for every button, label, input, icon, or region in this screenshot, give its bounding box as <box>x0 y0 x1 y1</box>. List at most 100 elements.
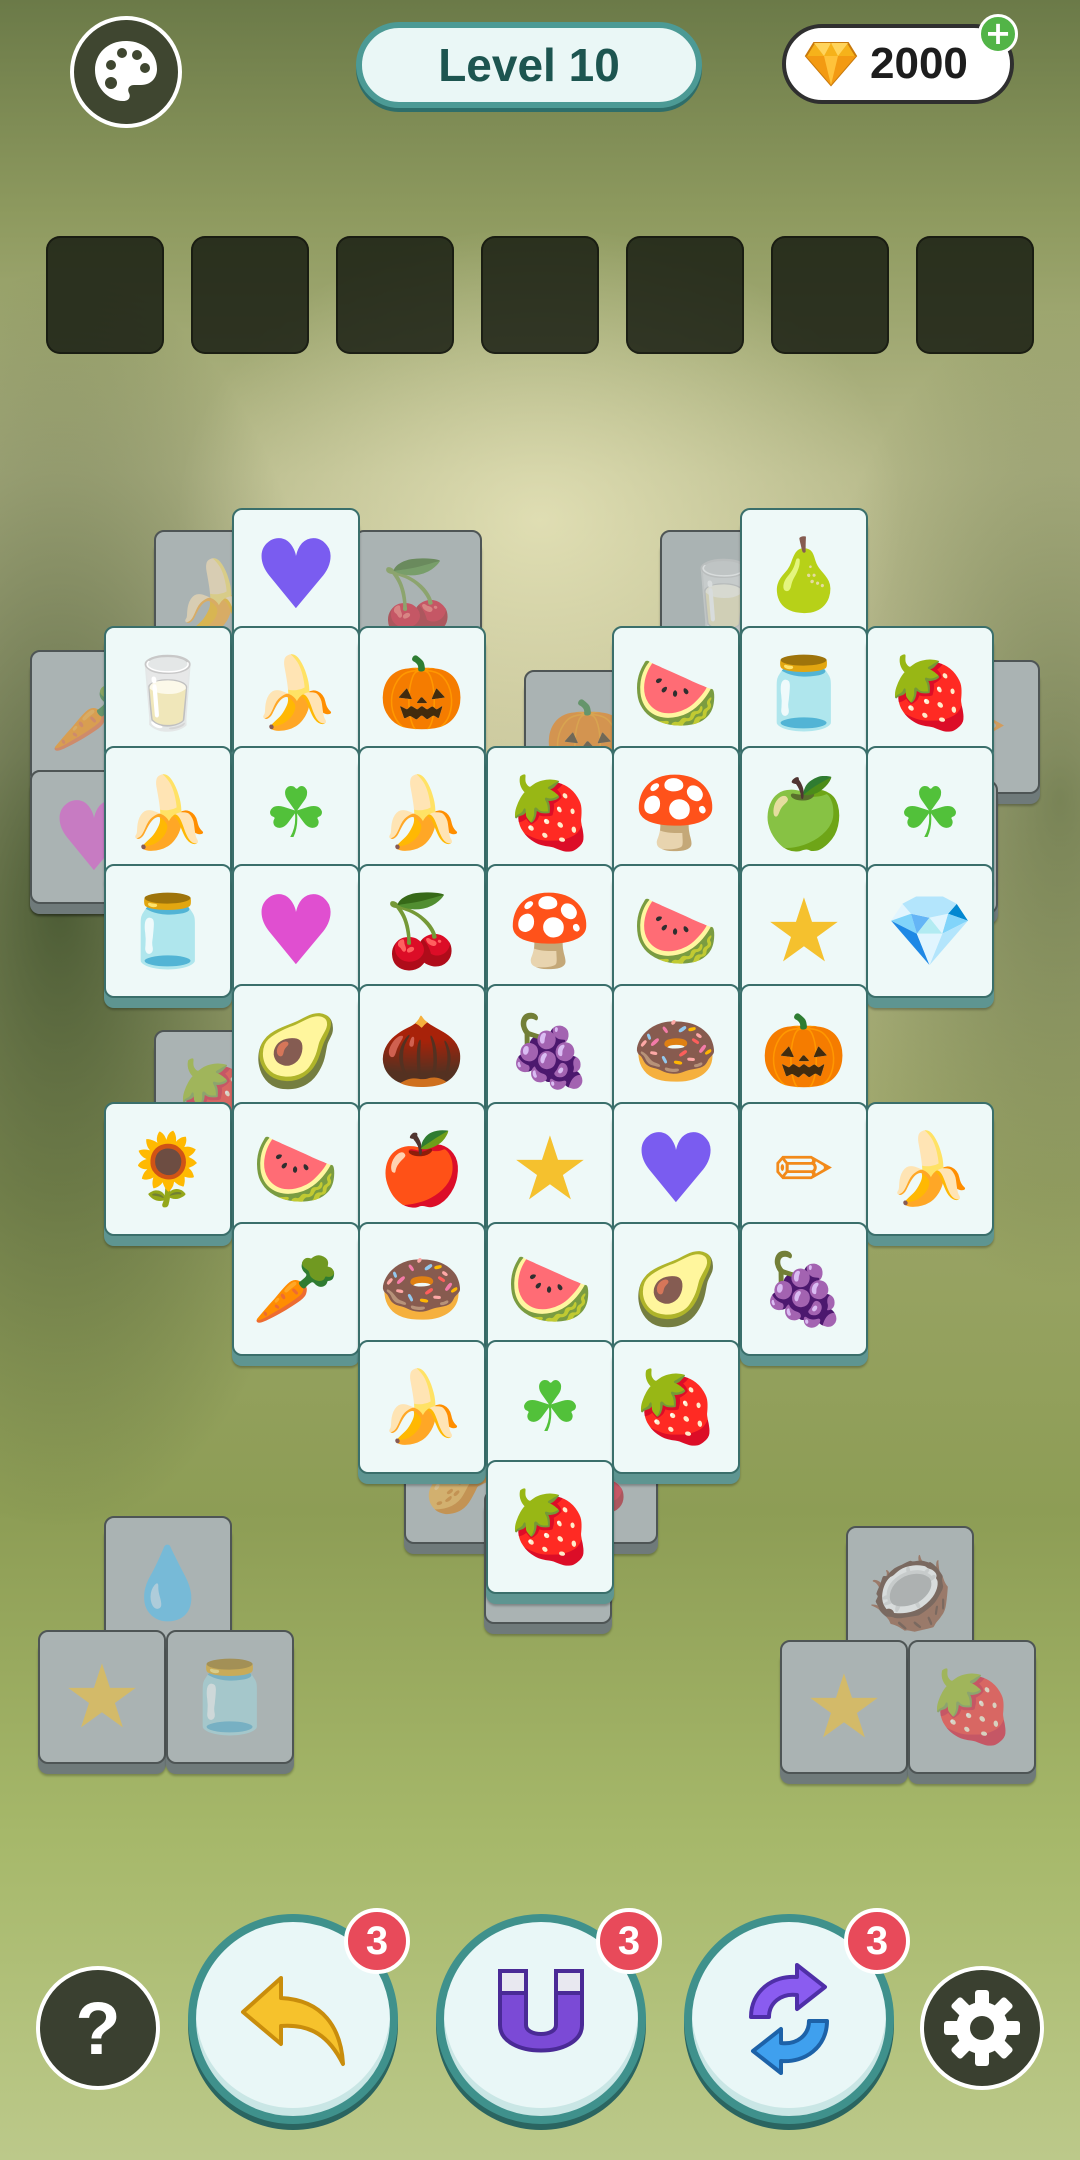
tile-avocado[interactable]: 🥑 <box>232 984 360 1118</box>
gear-icon <box>944 1990 1020 2066</box>
tile-green-apple[interactable]: 🍏 <box>740 746 868 880</box>
tray-slot <box>191 236 309 354</box>
pumpkin-icon: 🎃 <box>378 652 466 734</box>
tile-star[interactable]: ★ <box>486 1102 614 1236</box>
watermelon-icon: 🍉 <box>632 890 720 972</box>
tile-carrot[interactable]: 🥕 <box>232 1222 360 1356</box>
clover-icon: ☘ <box>898 772 962 854</box>
watermelon-slice-icon: 🍉 <box>252 1128 340 1210</box>
tray-slot <box>481 236 599 354</box>
clover-radish-icon: ☘ <box>518 1366 582 1448</box>
tile-star: ★ <box>38 1630 166 1764</box>
tile-pumpkin[interactable]: 🎃 <box>358 626 486 760</box>
tile-water-jar[interactable]: 🫙 <box>104 864 232 998</box>
question-icon: ? <box>75 1986 121 2070</box>
water-jar-icon: 🫙 <box>186 1656 274 1738</box>
banana-icon: 🍌 <box>886 1128 974 1210</box>
tile-heart-pink[interactable]: ♥ <box>232 864 360 998</box>
tray-slot <box>336 236 454 354</box>
tile-strawberry[interactable]: 🍓 <box>486 1460 614 1594</box>
tile-sunflower[interactable]: 🌻 <box>104 1102 232 1236</box>
magnet-icon <box>498 1969 584 2053</box>
tile-avocado[interactable]: 🥑 <box>612 1222 740 1356</box>
magnet-count-badge: 3 <box>596 1908 662 1974</box>
tile-heart-purple[interactable]: ♥ <box>232 508 360 642</box>
tile-clover-radish[interactable]: ☘ <box>486 1340 614 1474</box>
palette-button[interactable] <box>70 16 182 128</box>
heart-purple-icon: ♥ <box>252 519 340 631</box>
tile-clover-radish[interactable]: ☘ <box>232 746 360 880</box>
carrot-icon: 🥕 <box>252 1248 340 1330</box>
mushroom-icon: 🍄 <box>632 772 720 854</box>
water-drop-icon: 💧 <box>124 1542 212 1624</box>
tile-banana[interactable]: 🍌 <box>358 746 486 880</box>
radish-cherries-icon: 🍒 <box>378 890 466 972</box>
tile-strawberry[interactable]: 🍓 <box>866 626 994 760</box>
watermelon-slice-icon: 🍉 <box>632 652 720 734</box>
cherries-icon: 🍒 <box>374 556 462 638</box>
tile-pear[interactable]: 🍐 <box>740 508 868 642</box>
heart-pink-icon: ♥ <box>252 875 340 987</box>
tray-slot <box>771 236 889 354</box>
banana-icon: 🍌 <box>378 772 466 854</box>
plus-icon: + <box>984 14 1012 52</box>
help-button[interactable]: ? <box>36 1966 160 2090</box>
gem-count: 2000 <box>870 39 968 88</box>
coconut-icon: 🥥 <box>866 1552 954 1634</box>
tile-watermelon[interactable]: 🍉 <box>612 864 740 998</box>
tile-pencil[interactable]: ✏ <box>740 1102 868 1236</box>
tile-water-jar[interactable]: 🫙 <box>740 626 868 760</box>
tile-watermelon[interactable]: 🍉 <box>486 1222 614 1356</box>
tile-banana[interactable]: 🍌 <box>232 626 360 760</box>
tile-heart-purple[interactable]: ♥ <box>612 1102 740 1236</box>
avocado-icon: 🥑 <box>252 1010 340 1092</box>
add-gems-button[interactable]: + <box>978 14 1018 54</box>
tile-banana[interactable]: 🍌 <box>358 1340 486 1474</box>
milk-carton-icon: 🥛 <box>124 652 212 734</box>
pencil-icon: ✏ <box>774 1128 834 1210</box>
tile-mushroom[interactable]: 🍄 <box>486 864 614 998</box>
tile-grapes[interactable]: 🍇 <box>486 984 614 1118</box>
star-icon: ★ <box>804 1655 884 1758</box>
sunflower-icon: 🌻 <box>124 1128 212 1210</box>
tray-slot <box>46 236 164 354</box>
donut-icon: 🍩 <box>632 1010 720 1092</box>
tile-cloudberry[interactable]: 🍇 <box>740 1222 868 1356</box>
strawberry-icon: 🍓 <box>632 1366 720 1448</box>
settings-button[interactable] <box>920 1966 1044 2090</box>
tile-watermelon-slice[interactable]: 🍉 <box>612 626 740 760</box>
tile-watermelon-slice[interactable]: 🍉 <box>232 1102 360 1236</box>
tile-clover[interactable]: ☘ <box>866 746 994 880</box>
shuffle-count-badge: 3 <box>844 1908 910 1974</box>
tray-slot <box>626 236 744 354</box>
tile-banana[interactable]: 🍌 <box>866 1102 994 1236</box>
star-icon: ★ <box>764 879 844 982</box>
tile-pumpkin[interactable]: 🎃 <box>740 984 868 1118</box>
tile-radish-cherries[interactable]: 🍒 <box>358 864 486 998</box>
tile-donut[interactable]: 🍩 <box>358 1222 486 1356</box>
almond-icon: 🌰 <box>378 1010 466 1092</box>
shuffle-icon <box>749 1963 829 2075</box>
tile-star: ★ <box>780 1640 908 1774</box>
pear-icon: 🍐 <box>760 534 848 616</box>
tile-strawberry: 🍓 <box>908 1640 1036 1774</box>
tile-banana[interactable]: 🍌 <box>104 746 232 880</box>
tile-almond[interactable]: 🌰 <box>358 984 486 1118</box>
tile-star[interactable]: ★ <box>740 864 868 998</box>
banana-icon: 🍌 <box>124 772 212 854</box>
water-jar-icon: 🫙 <box>760 652 848 734</box>
tile-strawberry[interactable]: 🍓 <box>612 1340 740 1474</box>
level-label: Level 10 <box>438 39 620 91</box>
avocado-icon: 🥑 <box>632 1248 720 1330</box>
tile-donut[interactable]: 🍩 <box>612 984 740 1118</box>
star-icon: ★ <box>62 1645 142 1748</box>
tile-strawberry[interactable]: 🍓 <box>486 746 614 880</box>
tile-diamond[interactable]: 💎 <box>866 864 994 998</box>
cloudberry-icon: 🍇 <box>760 1248 848 1330</box>
tile-mushroom[interactable]: 🍄 <box>612 746 740 880</box>
tile-milk-carton[interactable]: 🥛 <box>104 626 232 760</box>
tile-apple-slice[interactable]: 🍎 <box>358 1102 486 1236</box>
diamond-icon: 💎 <box>886 890 974 972</box>
strawberry-icon: 🍓 <box>506 772 594 854</box>
strawberry-icon: 🍓 <box>886 652 974 734</box>
